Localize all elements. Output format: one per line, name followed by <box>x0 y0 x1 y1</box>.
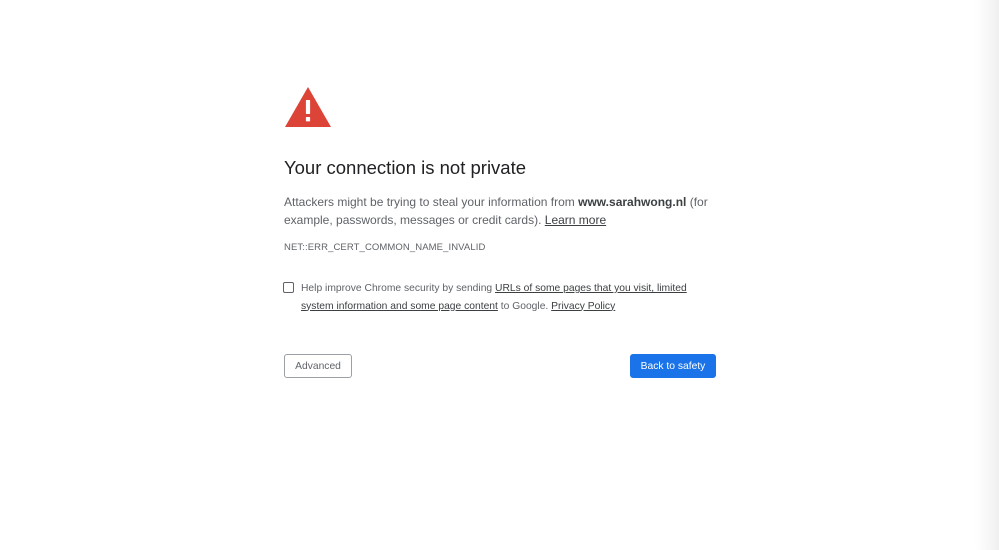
button-row: Advanced Back to safety <box>284 354 716 378</box>
interstitial-content: Your connection is not private Attackers… <box>283 86 716 378</box>
message-text-1: Attackers might be trying to steal your … <box>284 195 579 209</box>
optin-text-middle: to Google. <box>497 300 552 312</box>
safe-browsing-optin: Help improve Chrome security by sending … <box>283 280 716 315</box>
privacy-policy-link[interactable]: Privacy Policy <box>551 301 615 312</box>
warning-triangle-icon <box>285 87 331 127</box>
interstitial-page: Your connection is not private Attackers… <box>0 0 999 550</box>
back-to-safety-button[interactable]: Back to safety <box>630 354 716 378</box>
error-code: NET::ERR_CERT_COMMON_NAME_INVALID <box>284 242 486 253</box>
main-message: Attackers might be trying to steal your … <box>284 194 716 229</box>
learn-more-link[interactable]: Learn more <box>545 213 606 227</box>
optin-text-prefix: Help improve Chrome security by sending <box>301 283 496 294</box>
site-domain: www.sarahwong.nl <box>578 195 687 209</box>
page-title: Your connection is not private <box>284 157 527 178</box>
advanced-button[interactable]: Advanced <box>284 354 352 378</box>
extended-reporting-checkbox[interactable] <box>283 282 294 293</box>
